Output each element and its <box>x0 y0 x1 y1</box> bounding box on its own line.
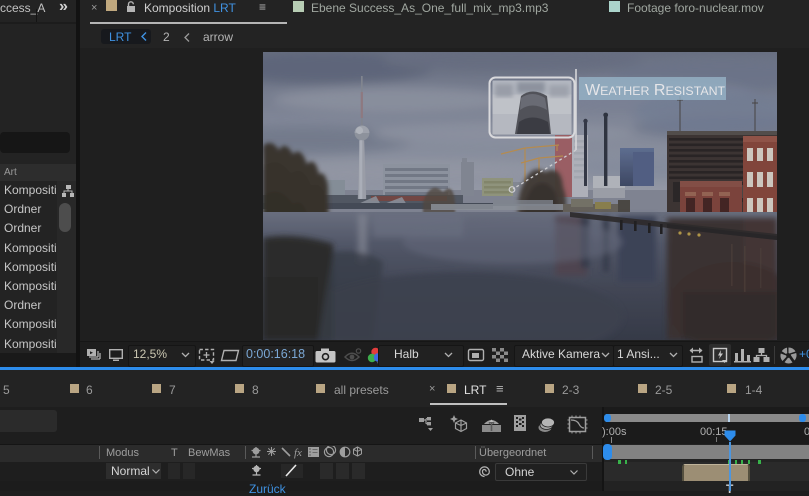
svg-text:fx: fx <box>294 447 302 459</box>
